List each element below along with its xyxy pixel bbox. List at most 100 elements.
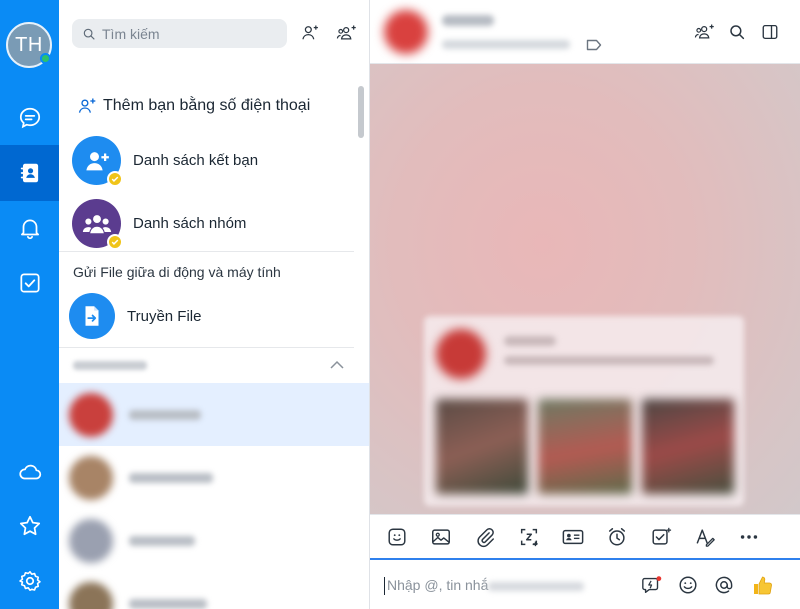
nav-rail: TH bbox=[0, 0, 59, 609]
chat-window: Nhập @, tin nhắ bbox=[370, 0, 800, 609]
screenshot-icon bbox=[520, 528, 538, 547]
quick-message-icon bbox=[642, 576, 662, 594]
mention-button[interactable] bbox=[711, 572, 737, 598]
contact-row[interactable] bbox=[59, 383, 369, 446]
verified-badge-icon bbox=[107, 171, 123, 187]
rail-contacts-button[interactable] bbox=[0, 145, 59, 201]
message-area bbox=[370, 64, 800, 514]
message-photo[interactable] bbox=[642, 399, 734, 494]
contact-row[interactable] bbox=[59, 509, 369, 572]
assign-task-button[interactable] bbox=[648, 524, 674, 550]
add-friend-by-phone-button[interactable]: Thêm bạn bằng số điện thoại bbox=[77, 96, 310, 116]
chat-name-blurred bbox=[442, 15, 494, 26]
cloud-icon bbox=[18, 464, 41, 480]
group-list-label: Danh sách nhóm bbox=[133, 215, 247, 232]
text-format-icon bbox=[696, 529, 715, 547]
add-friend-button[interactable] bbox=[298, 21, 322, 45]
settings-icon bbox=[18, 570, 41, 592]
search-input[interactable]: Tìm kiếm bbox=[72, 19, 287, 48]
attach-file-button[interactable] bbox=[472, 524, 498, 550]
contact-row[interactable] bbox=[59, 572, 369, 609]
divider bbox=[59, 347, 354, 348]
friend-list-label: Danh sách kết bạn bbox=[133, 152, 259, 169]
online-status-dot bbox=[40, 53, 51, 64]
chat-header bbox=[370, 0, 800, 64]
rail-settings-button[interactable] bbox=[0, 553, 59, 609]
label-tag-button[interactable] bbox=[586, 38, 602, 56]
group-list-item[interactable]: Danh sách nhóm bbox=[72, 199, 247, 250]
create-group-button[interactable] bbox=[335, 21, 359, 45]
add-group-icon bbox=[694, 24, 714, 39]
message-text-blurred bbox=[504, 356, 714, 365]
text-format-button[interactable] bbox=[692, 524, 718, 550]
send-contact-card-button[interactable] bbox=[560, 524, 586, 550]
chat-status-blurred bbox=[442, 40, 570, 49]
like-button[interactable] bbox=[750, 572, 776, 598]
group-icon bbox=[72, 199, 123, 250]
friend-request-icon bbox=[72, 136, 123, 187]
message-photo[interactable] bbox=[436, 399, 528, 494]
add-user-icon bbox=[78, 98, 96, 113]
search-icon bbox=[730, 25, 745, 40]
scrollbar-thumb[interactable] bbox=[358, 86, 364, 138]
message-icon bbox=[19, 107, 40, 129]
contact-avatar bbox=[69, 581, 113, 609]
profile-initials: TH bbox=[15, 33, 43, 56]
screenshot-button[interactable] bbox=[516, 524, 542, 550]
rail-messages-button[interactable] bbox=[0, 90, 59, 146]
sticker-button[interactable] bbox=[384, 524, 410, 550]
add-group-icon bbox=[336, 25, 356, 40]
profile-avatar[interactable]: TH bbox=[6, 22, 52, 68]
contact-name-blurred bbox=[129, 472, 213, 483]
verified-badge-icon bbox=[107, 234, 123, 250]
message-sender-name-blurred bbox=[504, 336, 556, 346]
contact-name-blurred bbox=[129, 409, 201, 420]
reminder-clock-icon bbox=[608, 528, 626, 546]
file-transfer-icon bbox=[69, 293, 115, 339]
attachment-icon bbox=[477, 528, 494, 548]
message-input-placeholder: Nhập @, tin nhắ bbox=[387, 577, 489, 593]
message-sender-avatar bbox=[436, 329, 486, 379]
group-header-label-blurred bbox=[73, 360, 147, 370]
message-input[interactable]: Nhập @, tin nhắ bbox=[370, 558, 800, 609]
mention-icon bbox=[715, 576, 733, 594]
divider bbox=[59, 251, 354, 252]
star-icon bbox=[19, 515, 40, 536]
quick-message-button[interactable] bbox=[639, 572, 665, 598]
contacts-icon bbox=[20, 163, 38, 183]
search-icon bbox=[83, 28, 95, 40]
contacts-group-header[interactable] bbox=[73, 360, 345, 370]
rail-cloud-button[interactable] bbox=[0, 444, 59, 500]
emoji-button[interactable] bbox=[675, 572, 701, 598]
chat-search-button[interactable] bbox=[725, 20, 749, 44]
like-icon bbox=[754, 576, 772, 595]
rail-notifications-button[interactable] bbox=[0, 200, 59, 256]
rail-starred-button[interactable] bbox=[0, 498, 59, 554]
file-transfer-item[interactable]: Truyền File bbox=[69, 293, 201, 339]
reminder-button[interactable] bbox=[604, 524, 630, 550]
contact-card-icon bbox=[562, 529, 584, 545]
chevron-up-icon[interactable] bbox=[329, 360, 345, 370]
contact-name-blurred bbox=[129, 535, 195, 546]
bell-icon bbox=[20, 219, 39, 240]
sidebar-panel-icon bbox=[762, 24, 778, 40]
add-by-phone-label: Thêm bạn bằng số điện thoại bbox=[103, 97, 311, 114]
sticker-icon bbox=[388, 528, 406, 546]
toggle-info-panel-button[interactable] bbox=[758, 20, 782, 44]
todo-check-icon bbox=[19, 273, 40, 293]
chat-avatar[interactable] bbox=[384, 10, 428, 54]
file-section-label: Gửi File giữa di động và máy tính bbox=[73, 264, 281, 280]
contacts-panel: Tìm kiếm Thêm bạn bằng số điện thoại Dan… bbox=[59, 0, 370, 609]
image-icon bbox=[432, 529, 450, 545]
friend-list-item[interactable]: Danh sách kết bạn bbox=[72, 136, 259, 187]
send-image-button[interactable] bbox=[428, 524, 454, 550]
contact-avatar bbox=[69, 455, 113, 500]
contact-row[interactable] bbox=[59, 446, 369, 509]
rail-todo-button[interactable] bbox=[0, 255, 59, 311]
tag-icon bbox=[586, 39, 602, 51]
contact-name-blurred bbox=[129, 598, 207, 609]
task-icon bbox=[652, 527, 672, 545]
add-member-button[interactable] bbox=[693, 20, 717, 44]
more-options-button[interactable] bbox=[736, 524, 762, 550]
message-photo[interactable] bbox=[538, 399, 632, 494]
